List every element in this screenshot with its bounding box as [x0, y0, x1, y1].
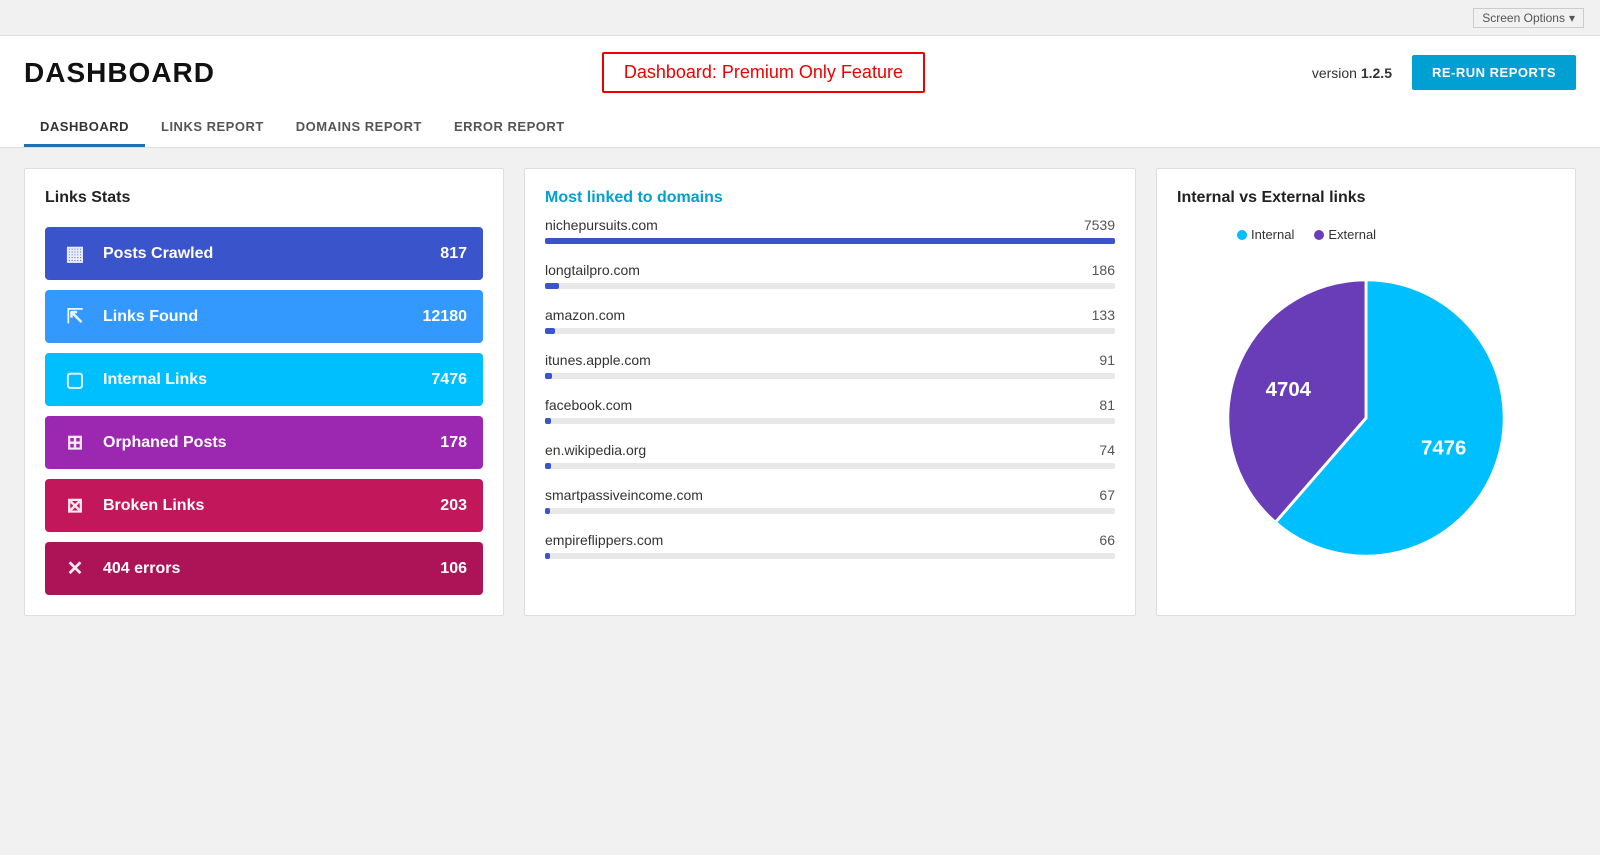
domain-count: 91: [1099, 352, 1115, 368]
domain-count: 74: [1099, 442, 1115, 458]
pie-container: Internal External 7476 4704: [1177, 227, 1555, 578]
domain-row: nichepursuits.com 7539: [545, 217, 1115, 244]
domain-row: en.wikipedia.org 74: [545, 442, 1115, 469]
most-linked-title: Most linked to domains: [545, 189, 1115, 207]
tab-error-report[interactable]: ERROR REPORT: [438, 109, 581, 147]
domain-name: en.wikipedia.org: [545, 442, 646, 458]
pie-legend: Internal External: [1237, 227, 1376, 242]
domain-count: 66: [1099, 532, 1115, 548]
links-found-icon: ⇱: [61, 304, 89, 329]
posts-crawled-value: 817: [440, 245, 467, 263]
domain-bar-bg: [545, 463, 1115, 469]
domain-bar-fill: [545, 463, 551, 469]
internal-links-icon: ▢: [61, 367, 89, 392]
domain-row: smartpassiveincome.com 67: [545, 487, 1115, 514]
links-found-value: 12180: [423, 308, 468, 326]
stat-cards-list: ▦ Posts Crawled 817 ⇱ Links Found 12180 …: [45, 227, 483, 595]
404-errors-icon: ✕: [61, 556, 89, 581]
domain-row: amazon.com 133: [545, 307, 1115, 334]
stat-card-orphaned-posts[interactable]: ⊞ Orphaned Posts 178: [45, 416, 483, 469]
legend-internal: Internal: [1237, 227, 1294, 242]
domain-count: 133: [1092, 307, 1115, 323]
links-found-label: Links Found: [103, 308, 423, 326]
orphaned-posts-value: 178: [440, 434, 467, 452]
broken-links-value: 203: [440, 497, 467, 515]
links-stats-panel: Links Stats ▦ Posts Crawled 817 ⇱ Links …: [24, 168, 504, 616]
content-area: Links Stats ▦ Posts Crawled 817 ⇱ Links …: [0, 148, 1600, 636]
links-stats-title: Links Stats: [45, 189, 483, 207]
page-title: DASHBOARD: [24, 57, 215, 89]
nav-tabs: DASHBOARD LINKS REPORT DOMAINS REPORT ER…: [24, 109, 1576, 147]
external-legend-dot: [1314, 230, 1324, 240]
domain-count: 67: [1099, 487, 1115, 503]
legend-external: External: [1314, 227, 1376, 242]
domain-count: 186: [1092, 262, 1115, 278]
domain-row: empireflippers.com 66: [545, 532, 1115, 559]
premium-notice-badge: Dashboard: Premium Only Feature: [602, 52, 925, 93]
domain-count: 7539: [1084, 217, 1115, 233]
internal-legend-label: Internal: [1251, 227, 1294, 242]
pie-chart-svg: 7476 4704: [1206, 258, 1526, 578]
domain-count: 81: [1099, 397, 1115, 413]
domain-bar-fill: [545, 508, 550, 514]
domain-row: longtailpro.com 186: [545, 262, 1115, 289]
domain-bar-bg: [545, 373, 1115, 379]
internal-external-panel: Internal vs External links Internal Exte…: [1156, 168, 1576, 616]
stat-card-broken-links[interactable]: ⊠ Broken Links 203: [45, 479, 483, 532]
top-bar: Screen Options ▾: [0, 0, 1600, 36]
stat-card-404-errors[interactable]: ✕ 404 errors 106: [45, 542, 483, 595]
domain-bar-fill: [545, 373, 552, 379]
internal-legend-dot: [1237, 230, 1247, 240]
screen-options-label: Screen Options: [1482, 11, 1565, 25]
version-text: version 1.2.5: [1312, 65, 1392, 81]
internal-links-value: 7476: [431, 371, 467, 389]
pie-label-internal: 7476: [1421, 437, 1466, 459]
domain-bar-bg: [545, 508, 1115, 514]
internal-external-title: Internal vs External links: [1177, 189, 1555, 207]
posts-crawled-icon: ▦: [61, 241, 89, 266]
domain-bar-bg: [545, 553, 1115, 559]
broken-links-icon: ⊠: [61, 493, 89, 518]
most-linked-panel: Most linked to domains nichepursuits.com…: [524, 168, 1136, 616]
domain-name: smartpassiveincome.com: [545, 487, 703, 503]
domain-bar-fill: [545, 553, 550, 559]
orphaned-posts-label: Orphaned Posts: [103, 434, 440, 452]
rerun-reports-button[interactable]: RE-RUN REPORTS: [1412, 55, 1576, 90]
tab-domains-report[interactable]: DOMAINS REPORT: [280, 109, 438, 147]
screen-options-button[interactable]: Screen Options ▾: [1473, 8, 1584, 28]
domain-bar-fill: [545, 328, 555, 334]
domain-bar-bg: [545, 238, 1115, 244]
broken-links-label: Broken Links: [103, 497, 440, 515]
stat-card-links-found[interactable]: ⇱ Links Found 12180: [45, 290, 483, 343]
domain-bar-fill: [545, 418, 551, 424]
404-errors-value: 106: [440, 560, 467, 578]
orphaned-posts-icon: ⊞: [61, 430, 89, 455]
domain-bar-fill: [545, 283, 559, 289]
domain-bar-bg: [545, 418, 1115, 424]
domain-bar-bg: [545, 283, 1115, 289]
404-errors-label: 404 errors: [103, 560, 440, 578]
stat-card-posts-crawled[interactable]: ▦ Posts Crawled 817: [45, 227, 483, 280]
domain-list: nichepursuits.com 7539 longtailpro.com 1…: [545, 217, 1115, 559]
domain-name: facebook.com: [545, 397, 632, 413]
posts-crawled-label: Posts Crawled: [103, 245, 440, 263]
domain-bar-bg: [545, 328, 1115, 334]
domain-bar-fill: [545, 238, 1115, 244]
header-right: version 1.2.5 RE-RUN REPORTS: [1312, 55, 1576, 90]
tab-links-report[interactable]: LINKS REPORT: [145, 109, 280, 147]
domain-name: empireflippers.com: [545, 532, 663, 548]
domain-name: longtailpro.com: [545, 262, 640, 278]
domain-name: amazon.com: [545, 307, 625, 323]
internal-links-label: Internal Links: [103, 371, 431, 389]
tab-dashboard[interactable]: DASHBOARD: [24, 109, 145, 147]
domain-name: nichepursuits.com: [545, 217, 658, 233]
domain-row: itunes.apple.com 91: [545, 352, 1115, 379]
external-legend-label: External: [1328, 227, 1376, 242]
pie-label-external: 4704: [1266, 379, 1312, 401]
domain-row: facebook.com 81: [545, 397, 1115, 424]
header: DASHBOARD Dashboard: Premium Only Featur…: [0, 36, 1600, 148]
chevron-down-icon: ▾: [1569, 11, 1575, 25]
stat-card-internal-links[interactable]: ▢ Internal Links 7476: [45, 353, 483, 406]
domain-name: itunes.apple.com: [545, 352, 651, 368]
